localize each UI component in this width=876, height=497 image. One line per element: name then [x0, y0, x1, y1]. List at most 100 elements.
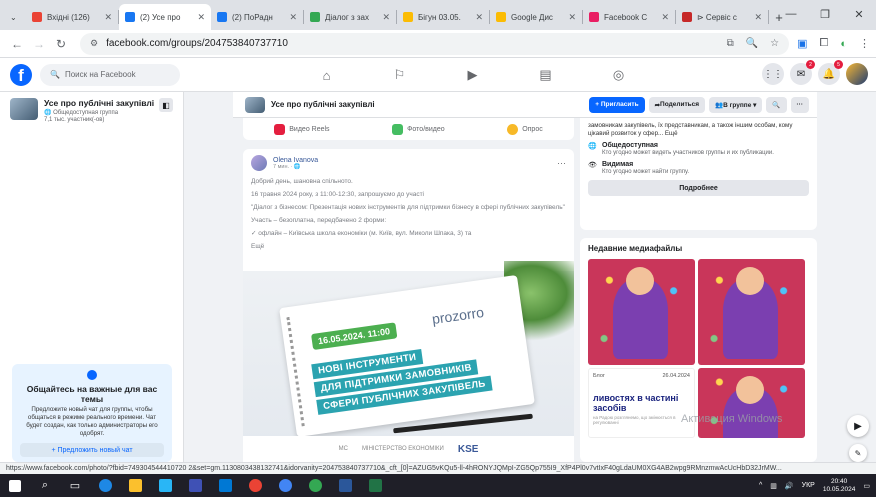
see-more-link[interactable]: Ещё: [251, 242, 566, 251]
post-more-button[interactable]: ···: [557, 158, 566, 168]
browser-tab[interactable]: Вхідні (126) ✕: [26, 4, 118, 30]
group-thumbnail-small: [245, 96, 265, 113]
notifications-icon[interactable]: ▭: [863, 482, 870, 490]
reload-button[interactable]: ↻: [50, 33, 72, 55]
home-icon[interactable]: ⌂: [290, 58, 363, 92]
tray-chevron-icon[interactable]: ^: [759, 482, 762, 489]
browser-menu-icon[interactable]: ⋮: [859, 37, 870, 50]
chrome-icon[interactable]: [270, 474, 300, 497]
chat-title: Общайтесь на важные для вас темы: [26, 384, 158, 404]
tab-close-icon[interactable]: ✕: [475, 12, 483, 23]
forward-button[interactable]: →: [28, 33, 50, 55]
tab-close-icon[interactable]: ✕: [661, 12, 669, 23]
app-icon[interactable]: [150, 474, 180, 497]
group-sticky-bar: Усе про публічні закупівлі + Пригласить …: [233, 92, 817, 118]
chrome-icon[interactable]: [240, 474, 270, 497]
gaming-icon[interactable]: ◎: [582, 58, 655, 92]
tab-close-icon[interactable]: ✕: [754, 12, 762, 23]
install-app-icon[interactable]: ⧉: [727, 38, 734, 49]
windows-taskbar: ⌕ ▭ ^ ▥ 🔊 УКР 20:40 10.05.2024 ▭: [0, 474, 876, 497]
group-header[interactable]: Усе про публічні закупівлі 🌐 Общедоступн…: [0, 92, 183, 129]
privacy-title: Общедоступная: [602, 142, 659, 149]
windows-start-icon[interactable]: [0, 474, 30, 497]
group-bar-name[interactable]: Усе про публічні закупівлі: [271, 100, 375, 109]
keyboard-language[interactable]: УКР: [802, 482, 815, 489]
messenger-icon[interactable]: ✉ 2: [790, 60, 815, 85]
notifications-bell-icon[interactable]: 🔔 5: [818, 60, 843, 85]
tab-close-icon[interactable]: ✕: [197, 12, 205, 23]
media-thumbnail[interactable]: Блог 26.04.2024 ливостях в частині засобі…: [588, 368, 695, 438]
next-arrow-icon[interactable]: ▶: [847, 415, 869, 437]
facebook-search-input[interactable]: 🔍 Поиск на Facebook: [40, 63, 180, 86]
photo-video-button[interactable]: Фото/видео: [392, 123, 445, 135]
post-time[interactable]: 7 мин. · 🌐: [273, 164, 318, 170]
marketplace-icon[interactable]: ▤: [509, 58, 582, 92]
new-message-icon[interactable]: ✎: [849, 444, 867, 462]
tab-close-icon[interactable]: ✕: [104, 12, 112, 23]
group-search-button[interactable]: 🔍: [766, 96, 787, 113]
recent-media-card: Недавние медиафайлы Блог 26.04.2024 ливос…: [580, 238, 817, 462]
video-icon[interactable]: ▶: [436, 58, 509, 92]
url-input[interactable]: ⚙ facebook.com/groups/204753840737710 ⧉ …: [80, 32, 790, 55]
tab-title: (2) ПоРадн: [232, 12, 273, 22]
clock[interactable]: 20:40 10.05.2024: [823, 478, 856, 494]
browser-tab[interactable]: Facebook C ✕: [583, 4, 675, 30]
share-button[interactable]: ➦ Поделиться: [648, 96, 706, 113]
group-menu-icon[interactable]: ◧: [159, 98, 173, 112]
extensions-puzzle-icon[interactable]: ⧠: [820, 37, 829, 50]
media-thumbnail[interactable]: [698, 368, 805, 438]
volume-icon[interactable]: 🔊: [785, 482, 794, 490]
task-view-icon[interactable]: ▭: [60, 474, 90, 497]
minimize-button[interactable]: —: [774, 0, 808, 28]
post-image[interactable]: 16.05.2024. 11:00 prozorro НОВІ ІНСТРУМЕ…: [243, 261, 574, 462]
poll-button[interactable]: Опрос: [507, 123, 543, 135]
site-info-icon[interactable]: ⚙: [90, 38, 98, 49]
more-info-button[interactable]: Подробнее: [588, 180, 809, 196]
excel-icon[interactable]: [360, 474, 390, 497]
extension-icon[interactable]: ▣: [797, 37, 807, 50]
tab-favicon-icon: [496, 12, 506, 22]
account-avatar[interactable]: [846, 63, 868, 85]
search-icon[interactable]: ⌕: [30, 474, 60, 497]
media-thumbnail[interactable]: [588, 259, 695, 365]
author-avatar[interactable]: [251, 155, 267, 171]
author-name[interactable]: Olena Ivanova: [273, 157, 318, 164]
browser-tab[interactable]: Діалог з зах ✕: [304, 4, 396, 30]
reels-button[interactable]: Видео Reels: [274, 123, 330, 135]
menu-grid-icon[interactable]: ⋮⋮: [762, 63, 784, 85]
browser-tab[interactable]: (2) Усе про ✕: [119, 4, 211, 30]
browser-tab[interactable]: ⊳ Сервіс с ✕: [676, 4, 768, 30]
browser-tab[interactable]: Google Дис ✕: [490, 4, 582, 30]
tab-title: Google Дис: [511, 12, 553, 22]
doc-date: 26.04.2024: [662, 373, 690, 379]
suggest-chat-button[interactable]: + Предложить новый чат: [20, 443, 164, 457]
group-more-button[interactable]: ···: [790, 96, 809, 113]
zoom-icon[interactable]: 🔍: [746, 38, 758, 49]
browser-tab[interactable]: Бігун 03.05. ✕: [397, 4, 489, 30]
tab-title: Вхідні (126): [47, 12, 90, 22]
tab-menu[interactable]: ⌄: [6, 4, 26, 30]
tab-close-icon[interactable]: ✕: [568, 12, 576, 23]
maximize-button[interactable]: ❐: [808, 0, 842, 28]
facebook-header: f 🔍 Поиск на Facebook ⌂ ⚐ ▶ ▤ ◎ ⋮⋮ ✉ 2 🔔 5: [0, 58, 876, 92]
edge-icon[interactable]: [90, 474, 120, 497]
word-icon[interactable]: [330, 474, 360, 497]
bookmark-star-icon[interactable]: ☆: [770, 38, 779, 49]
invite-button[interactable]: + Пригласить: [589, 96, 645, 113]
in-group-button[interactable]: 👥 В группе ▾: [709, 96, 763, 113]
app-icon[interactable]: [180, 474, 210, 497]
pages-flag-icon[interactable]: ⚐: [363, 58, 436, 92]
back-button[interactable]: ←: [6, 33, 28, 55]
tab-close-icon[interactable]: ✕: [289, 12, 297, 23]
profile-icon[interactable]: ◐: [840, 38, 847, 50]
chrome-icon[interactable]: [300, 474, 330, 497]
network-icon[interactable]: ▥: [770, 482, 777, 490]
tab-close-icon[interactable]: ✕: [382, 12, 390, 23]
explorer-icon[interactable]: [120, 474, 150, 497]
browser-tab[interactable]: (2) ПоРадн ✕: [211, 4, 303, 30]
outlook-icon[interactable]: [210, 474, 240, 497]
facebook-logo-icon[interactable]: f: [10, 63, 32, 86]
close-window-button[interactable]: ✕: [842, 0, 876, 28]
privacy-desc: Кто угодно может видеть участников групп…: [602, 150, 774, 156]
media-thumbnail[interactable]: [698, 259, 805, 365]
